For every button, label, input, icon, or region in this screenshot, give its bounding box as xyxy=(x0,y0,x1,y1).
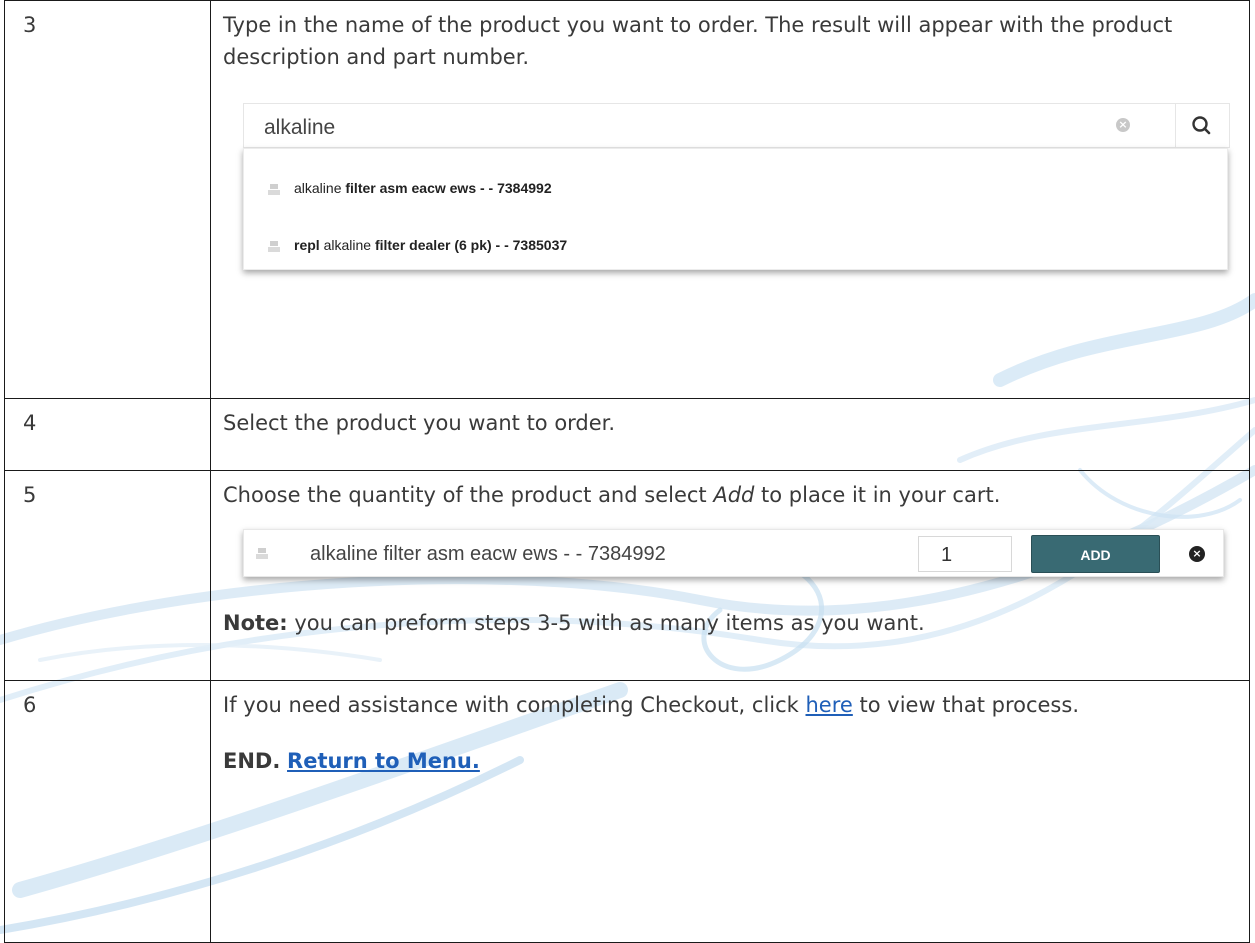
add-button[interactable]: ADD xyxy=(1031,535,1160,573)
search-widget: alkaline × alkaline filter asm eacw ews … xyxy=(243,103,1232,303)
step-row-4: 4 Select the product you want to order. xyxy=(4,398,1250,471)
text-part: If you need assistance with completing C… xyxy=(223,693,806,717)
return-to-menu-link[interactable]: Return to Menu. xyxy=(287,749,480,773)
product-icon xyxy=(268,240,280,252)
result-rest: filter asm eacw ews - - 7384992 xyxy=(341,180,552,196)
product-icon xyxy=(268,183,280,195)
text-part: to place it in your cart. xyxy=(754,483,1001,507)
step-number: 5 xyxy=(4,470,211,681)
search-result-item[interactable]: alkaline filter asm eacw ews - - 7384992 xyxy=(268,172,552,196)
result-rest: filter dealer (6 pk) - - 7385037 xyxy=(371,237,568,253)
step-number: 6 xyxy=(4,680,211,943)
note-body: you can preform steps 3-5 with as many i… xyxy=(287,611,925,635)
step-row-3: 3 Type in the name of the product you wa… xyxy=(4,0,1250,399)
result-prefix: repl xyxy=(294,237,324,253)
note-text: Note: you can preform steps 3-5 with as … xyxy=(223,607,1239,639)
step-number: 3 xyxy=(4,0,211,399)
search-input[interactable]: alkaline xyxy=(264,112,335,144)
end-label: END. xyxy=(223,749,281,773)
step-row-5: 5 Choose the quantity of the product and… xyxy=(4,470,1250,681)
text-part: to view that process. xyxy=(852,693,1080,717)
search-icon[interactable] xyxy=(1188,112,1216,140)
product-icon xyxy=(256,548,268,559)
text-part: Choose the quantity of the product and s… xyxy=(223,483,714,507)
search-box[interactable]: alkaline × xyxy=(243,103,1230,149)
step-number: 4 xyxy=(4,398,211,471)
step-description: If you need assistance with completing C… xyxy=(210,680,1250,943)
checkout-help-link[interactable]: here xyxy=(806,693,853,717)
search-result-item[interactable]: repl alkaline filter dealer (6 pk) - - 7… xyxy=(268,229,568,253)
note-label: Note: xyxy=(223,611,288,635)
search-results-dropdown: alkaline filter asm eacw ews - - 7384992… xyxy=(243,148,1228,270)
step-description: Choose the quantity of the product and s… xyxy=(210,470,1250,681)
steps-table: 3 Type in the name of the product you wa… xyxy=(4,0,1250,943)
quantity-input[interactable]: 1 xyxy=(918,536,1012,572)
step-text: Choose the quantity of the product and s… xyxy=(223,479,1239,511)
step-text: If you need assistance with completing C… xyxy=(223,689,1239,721)
product-name: alkaline filter asm eacw ews - - 7384992 xyxy=(310,543,666,565)
search-divider xyxy=(1175,104,1176,149)
cart-add-row: alkaline filter asm eacw ews - - 7384992… xyxy=(243,529,1224,577)
end-line: END. Return to Menu. xyxy=(223,745,1239,777)
add-emphasis: Add xyxy=(713,483,755,507)
clear-icon[interactable]: × xyxy=(1116,118,1130,132)
remove-icon[interactable]: × xyxy=(1189,546,1205,562)
step-description: Select the product you want to order. xyxy=(210,398,1250,471)
result-match: alkaline xyxy=(323,237,372,253)
step-description: Type in the name of the product you want… xyxy=(210,0,1250,399)
step-text: Type in the name of the product you want… xyxy=(223,13,1173,69)
step-text: Select the product you want to order. xyxy=(223,411,616,435)
result-match: alkaline xyxy=(294,180,342,196)
step-row-6: 6 If you need assistance with completing… xyxy=(4,680,1250,943)
